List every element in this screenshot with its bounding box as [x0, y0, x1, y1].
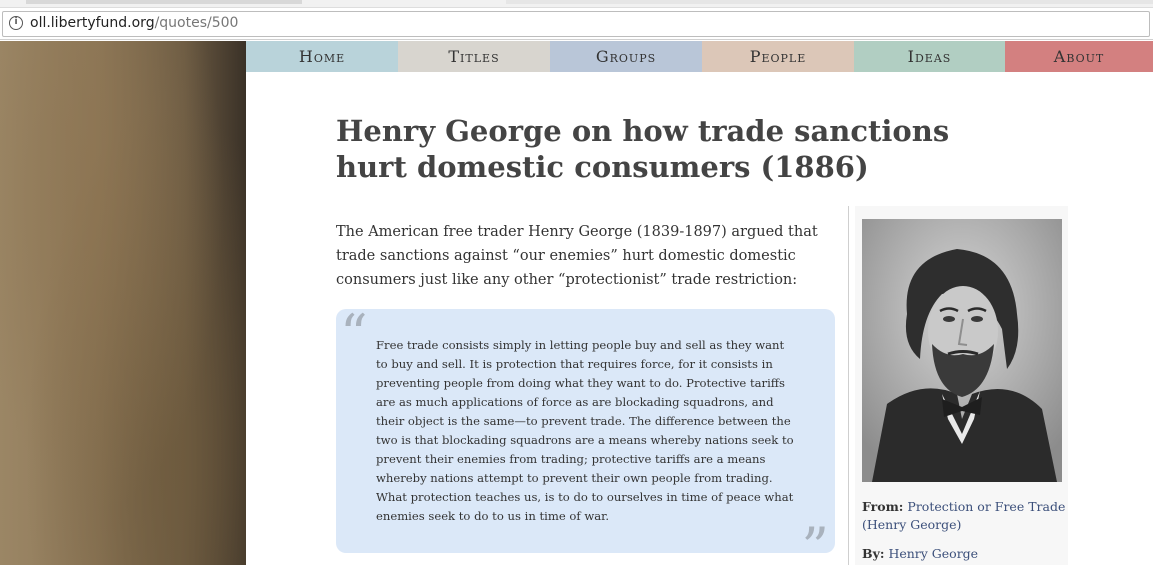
- quote-block: “ Free trade consists simply in letting …: [336, 303, 835, 565]
- author-link[interactable]: Henry George: [888, 546, 978, 561]
- source-from: From: Protection or Free Trade (Henry Ge…: [862, 498, 1067, 534]
- nav-item-groups[interactable]: Groups: [550, 41, 702, 72]
- url-path: /quotes/500: [154, 15, 239, 31]
- by-label: By:: [862, 546, 885, 561]
- nav-item-titles[interactable]: Titles: [398, 41, 550, 72]
- column-divider: [848, 206, 849, 565]
- open-quote-icon: “: [340, 303, 368, 366]
- quote-text: Free trade consists simply in letting pe…: [376, 338, 794, 523]
- nav-item-about[interactable]: About: [1005, 41, 1153, 72]
- url-text: oll.libertyfund.org/quotes/500: [30, 15, 238, 31]
- nav-item-home[interactable]: Home: [246, 41, 398, 72]
- browser-tab-strip: [0, 0, 1153, 8]
- address-bar: i oll.libertyfund.org/quotes/500: [0, 8, 1153, 40]
- from-label: From:: [862, 499, 904, 514]
- url-host: oll.libertyfund.org: [30, 15, 155, 31]
- source-by: By: Henry George: [862, 545, 1067, 563]
- background-book-image: [0, 41, 246, 565]
- close-quote-icon: ”: [801, 516, 829, 565]
- browser-tab[interactable]: [506, 0, 1153, 4]
- nav-item-ideas[interactable]: Ideas: [854, 41, 1005, 72]
- author-portrait: [862, 219, 1062, 482]
- portrait-image: [862, 219, 1062, 482]
- url-input[interactable]: i oll.libertyfund.org/quotes/500: [2, 11, 1150, 37]
- intro-paragraph: The American free trader Henry George (1…: [336, 224, 818, 288]
- browser-tab[interactable]: [26, 0, 302, 4]
- info-icon[interactable]: i: [9, 16, 23, 30]
- page-title: Henry George on how trade sanctions hurt…: [336, 114, 950, 184]
- main-nav: Home Titles Groups People Ideas About: [246, 41, 1153, 72]
- nav-item-people[interactable]: People: [702, 41, 854, 72]
